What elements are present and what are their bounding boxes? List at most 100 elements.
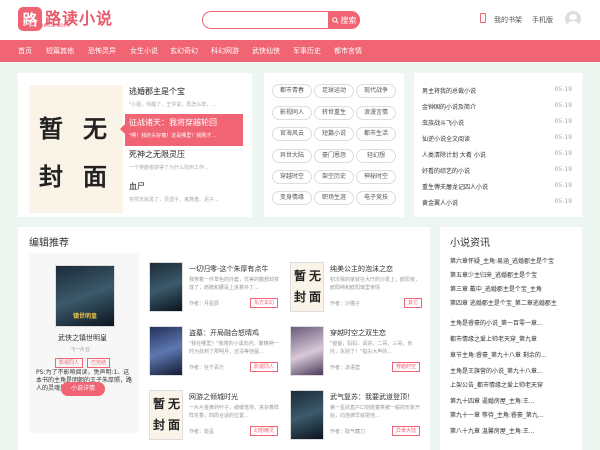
nav-item-scifi[interactable]: 科幻网游 [211, 40, 239, 62]
book-cover[interactable] [290, 326, 324, 376]
tag[interactable]: 豪门恩怨 [314, 149, 354, 163]
recommend-item[interactable]: 男主将我的总裁小说 05-19 [422, 86, 572, 100]
hot-item-active[interactable]: 征战诸天：我将穿越轮回 "啊！我的头好痛！这是哪里？我刚才... [120, 114, 243, 146]
recommend-title: 黄金翼人小说 [422, 200, 459, 207]
news-item[interactable]: 第四章 逃婚郡主是个宝_第二章逃婚郡主 [450, 298, 578, 312]
book-tag[interactable]: 东方玄幻 [250, 298, 279, 308]
recommend-item[interactable]: 金钟国的小说及简介 05-19 [422, 102, 572, 116]
news-item[interactable]: 章节主角:睿豪_第九十八章 剩余的... [450, 350, 578, 364]
book-title[interactable]: 武气复苏：我要武道登顶！ [330, 392, 414, 402]
nav-item-urban[interactable]: 都市言情 [334, 40, 362, 62]
recommend-title: 重生傅夫屠龙记四人小说 [422, 184, 489, 191]
featured-cover[interactable]: 镇世明皇 [55, 265, 115, 327]
tag[interactable]: 短篇小说 [314, 127, 354, 141]
book-tag[interactable]: 异世大陆 [392, 426, 421, 436]
tag[interactable]: 转世重生 [314, 106, 354, 120]
tag[interactable]: 异世大陆 [272, 149, 312, 163]
news-item[interactable]: 主角是睿豪的小说_第一百零一章... [450, 318, 578, 332]
news-item[interactable]: 上架公告_都市情缘之爱上帅老天穿 [450, 380, 578, 394]
nav-item-short[interactable]: 短篇其他 [46, 40, 74, 62]
recommend-item[interactable]: 仙逆小说全文阅读 05-19 [422, 134, 572, 148]
recommend-item[interactable]: 黄金翼人小说 05-19 [422, 198, 572, 212]
book-author: 作者：狂千百万 [189, 365, 225, 371]
tag[interactable]: 电子竞技 [356, 191, 396, 205]
book-cover[interactable] [149, 262, 183, 312]
tag[interactable]: 架空历史 [314, 170, 354, 184]
book-cover[interactable]: 暂 无 封 面 [290, 262, 324, 312]
hot-item-title: 征战诸天：我将穿越轮回 [129, 118, 217, 127]
tag[interactable]: 职场生涯 [314, 191, 354, 205]
featured-tag[interactable]: 影视同人 [55, 358, 84, 368]
tag[interactable]: 官海风云 [272, 127, 312, 141]
book-title[interactable]: 一切归零-这个朱厚有点牛 [189, 264, 269, 274]
tag[interactable]: 浪漫言情 [356, 106, 396, 120]
avatar[interactable] [565, 11, 581, 27]
hot-item-desc: "小姐，你醒了，王爷说，再怎么样，... [129, 102, 217, 108]
hot-item[interactable]: 死神之无限灵压 一个穿越者获得了为什么找到工作... [125, 146, 243, 178]
news-item[interactable]: 第八十九章 温馨房屋_主角:王... [450, 426, 578, 440]
recommend-item[interactable]: 重生傅夫屠龙记四人小说 05-19 [422, 182, 572, 196]
news-item[interactable]: 都市情缘之爱上帅老天穿_第九章 [450, 334, 578, 348]
tag[interactable]: 都市生活 [356, 127, 396, 141]
cover-char: 无 [168, 397, 181, 411]
recommend-item[interactable]: 虫族战斗飞小说 05-19 [422, 118, 572, 132]
book-title[interactable]: 盗墓：开局融合怒晴鸡 [189, 328, 259, 338]
book-desc: 一片片金黄的叶子，缓缓落地，夹杂着阵阵花香，四周合适的位置... [189, 405, 280, 419]
tag[interactable]: 足球运动 [314, 84, 354, 98]
hot-cover[interactable]: 暂 无 封 面 [29, 85, 123, 213]
cover-char: 面 [168, 418, 181, 432]
book-tag[interactable]: 幻想精灵 [250, 426, 279, 436]
book-title[interactable]: 网游之倾城时光 [189, 392, 238, 402]
news-item[interactable]: 第九十四章 逼婚房屋_主角:王... [450, 396, 578, 410]
news-item[interactable]: 第五章少主归来_逃婚郡主是个宝 [450, 270, 578, 284]
nav-item-military[interactable]: 军事历史 [293, 40, 321, 62]
bookshelf-link[interactable]: 我的书架 [494, 15, 522, 25]
tag[interactable]: 都市青春 [272, 84, 312, 98]
featured-author: 飞一片云 [70, 347, 91, 353]
book-tag[interactable]: 影视同人 [250, 362, 279, 372]
tag[interactable]: 神秘时空 [356, 170, 396, 184]
editor-heading: 编辑推荐 [29, 238, 69, 249]
logo-url: www.xpeitu.com [20, 22, 70, 29]
recommend-item[interactable]: 人类清除计划 大肴 小说 05-19 [422, 150, 572, 164]
hot-item[interactable]: 血尸 突然天就黑了，灵遗子、鬼算盘、泥子... [125, 178, 243, 210]
tag[interactable]: 穿越时空 [272, 170, 312, 184]
featured-tag[interactable]: 已完结 [87, 358, 111, 368]
news-item[interactable]: 第三章 戴中_逃婚郡主是个宝_主角 [450, 284, 578, 298]
nav-item-wuxia[interactable]: 武侠仙侠 [252, 40, 280, 62]
search-button[interactable]: 搜索 [328, 11, 360, 29]
featured-title[interactable]: 武侠之镇世明皇 [58, 333, 107, 343]
recommend-date: 05-19 [554, 86, 572, 93]
tag[interactable]: 变身情缘 [272, 191, 312, 205]
featured-cover-text: 镇世明皇 [72, 313, 97, 320]
nav-item-horror[interactable]: 恐怖灵异 [88, 40, 116, 62]
tag[interactable]: 轻幻想 [356, 149, 396, 163]
book-cover[interactable] [149, 326, 183, 376]
nav-item-fantasy[interactable]: 玄幻奇幻 [170, 40, 198, 62]
book-title[interactable]: 纯美公主的泡沫之恋 [330, 264, 393, 274]
recommend-item[interactable]: 好看的综艺的小说 05-19 [422, 166, 572, 180]
book-title[interactable]: 穿越时空之双生恋 [330, 328, 386, 338]
book-tag[interactable]: 其它 [404, 298, 423, 308]
news-item[interactable]: 第九十一章 等待_主角:睿豪_第九... [450, 410, 578, 424]
book-cover[interactable] [290, 390, 324, 440]
news-item[interactable]: 主角是王旗营的小说_第九十八章... [450, 366, 578, 380]
search-input[interactable]: 搜索 [202, 11, 360, 29]
book-cover[interactable]: 暂 无 封 面 [149, 390, 183, 440]
book-desc: 我穿着一件草色的外套，优美的腹部却变成了，肩膀和腰是上进着补丁... [189, 277, 280, 291]
detail-button[interactable]: 小说详情 [61, 382, 105, 396]
news-item[interactable]: 第六章怀疑_主角:易涵_逃婚郡主是个宝 [450, 256, 578, 270]
nav-item-female[interactable]: 女生小说 [130, 40, 158, 62]
hot-item[interactable]: 逃婚郡主是个宝 "小姐，你醒了，王爷说，再怎么样，... [125, 83, 243, 115]
book-tag[interactable]: 穿越时空 [392, 362, 421, 372]
recommend-date: 05-19 [554, 166, 572, 173]
recommend-date: 05-19 [554, 134, 572, 141]
tag[interactable]: 现代战争 [356, 84, 396, 98]
cover-char: 封 [294, 290, 307, 304]
book-desc: "爸爸，妈妈，请进，二哥，三哥，肯托，永别了！"指尖大声的... [330, 341, 413, 355]
nav-item-home[interactable]: 首页 [18, 40, 32, 62]
cover-char: 无 [309, 269, 322, 283]
mobile-link[interactable]: 手机版 [532, 15, 553, 25]
cover-char: 封 [153, 418, 166, 432]
tag[interactable]: 影视同人 [272, 106, 312, 120]
